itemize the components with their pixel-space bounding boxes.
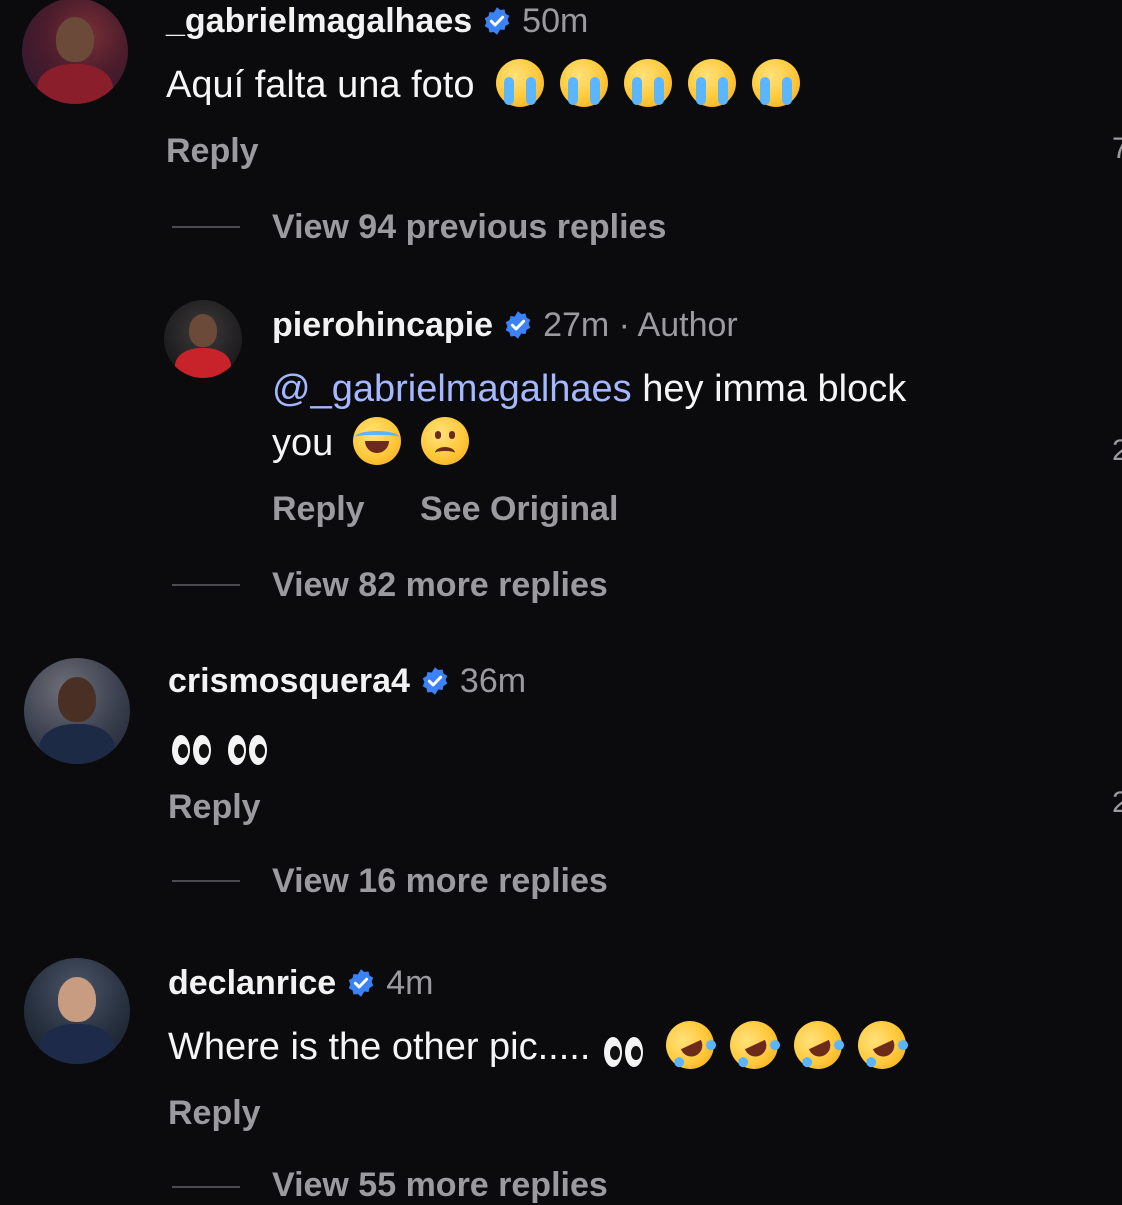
avatar-body <box>36 63 114 104</box>
like-count: 2 <box>1112 786 1122 819</box>
avatar-head <box>57 677 97 722</box>
comment-text: Where is the other pic..... <box>168 1013 915 1082</box>
avatar-body <box>38 723 116 764</box>
reply-button[interactable]: Reply <box>166 132 259 171</box>
comment-body: Aquí falta una foto <box>166 64 475 106</box>
verified-badge-icon <box>348 969 374 997</box>
avatar-head <box>188 314 218 347</box>
timestamp: 4m <box>386 964 434 1002</box>
rolling-laughing-emoji <box>850 1013 915 1077</box>
reply-button[interactable]: Reply <box>168 1094 261 1133</box>
divider <box>172 584 240 586</box>
comment-text: Aquí falta una foto <box>166 58 801 112</box>
view-more-replies-button[interactable]: View 55 more replies <box>272 1166 608 1205</box>
rolling-laughing-emoji <box>658 1013 723 1077</box>
loudly-crying-face-emoji <box>496 59 545 107</box>
comment-text-line1: @_gabrielmagalhaes hey imma block <box>272 362 906 416</box>
eyes-emoji <box>604 1028 646 1082</box>
comment-body: Where is the other pic..... <box>168 1026 591 1068</box>
comment-text <box>166 718 270 780</box>
rolling-laughing-emoji <box>786 1013 851 1077</box>
timestamp: 36m <box>459 662 527 700</box>
mention-link[interactable]: @_gabrielmagalhaes <box>272 368 632 410</box>
avatar-head <box>57 977 97 1022</box>
avatar[interactable] <box>24 658 130 764</box>
verified-badge-icon <box>422 667 448 695</box>
loudly-crying-face-emoji <box>688 59 737 107</box>
avatar[interactable] <box>22 0 128 104</box>
like-count: 7 <box>1112 132 1122 165</box>
like-count: 2 <box>1112 434 1122 467</box>
reply-button[interactable]: Reply <box>272 490 365 529</box>
comment-body: hey imma block <box>631 368 907 410</box>
username[interactable]: crismosquera4 <box>168 662 410 700</box>
timestamp: 50m <box>522 2 589 40</box>
avatar-body <box>38 1023 116 1064</box>
avatar-head <box>55 17 95 62</box>
avatar[interactable] <box>164 300 242 378</box>
frowning-face-emoji <box>421 417 470 465</box>
eyes-emoji <box>172 726 214 780</box>
tears-of-joy-emoji <box>353 417 402 465</box>
divider <box>172 226 240 228</box>
eyes-emoji <box>228 726 270 780</box>
loudly-crying-face-emoji <box>752 59 801 107</box>
comment-header: _gabrielmagalhaes 50m <box>166 2 588 41</box>
view-more-replies-button[interactable]: View 82 more replies <box>272 566 608 605</box>
comment-header: declanrice 4m <box>168 964 433 1003</box>
avatar-body <box>174 348 232 378</box>
divider <box>172 880 240 882</box>
avatar[interactable] <box>24 958 130 1064</box>
loudly-crying-face-emoji <box>624 59 673 107</box>
username[interactable]: pierohincapie <box>272 306 493 344</box>
username[interactable]: _gabrielmagalhaes <box>166 2 472 40</box>
loudly-crying-face-emoji <box>560 59 609 107</box>
view-more-replies-button[interactable]: View 16 more replies <box>272 862 608 901</box>
verified-badge-icon <box>505 311 531 339</box>
see-original-button[interactable]: See Original <box>420 490 618 529</box>
comment-text-line2: you <box>272 416 470 470</box>
verified-badge-icon <box>484 7 510 35</box>
username[interactable]: declanrice <box>168 964 336 1002</box>
comment-header: pierohincapie 27m · Author <box>272 306 738 345</box>
comment-header: crismosquera4 36m <box>168 662 526 701</box>
timestamp: 27m · Author <box>543 306 738 344</box>
divider <box>172 1186 240 1188</box>
comment-body-cont: you <box>272 422 334 464</box>
view-previous-replies-button[interactable]: View 94 previous replies <box>272 208 666 247</box>
reply-button[interactable]: Reply <box>168 788 261 827</box>
rolling-laughing-emoji <box>722 1013 787 1077</box>
